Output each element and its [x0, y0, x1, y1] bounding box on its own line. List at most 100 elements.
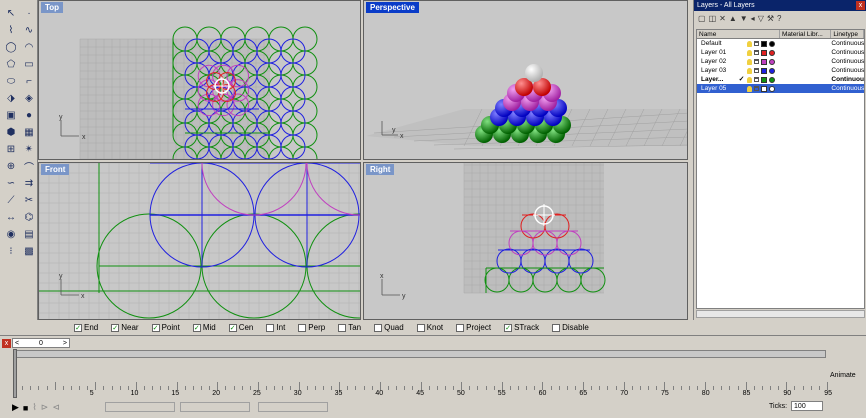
- new-layer-icon[interactable]: ▢: [698, 14, 706, 23]
- timeline-marker[interactable]: [13, 349, 17, 398]
- column-material[interactable]: Material Libr...: [780, 30, 832, 38]
- layer-row[interactable]: Layer... ✓ Continuous: [697, 75, 864, 84]
- osnap-mid-checkbox[interactable]: ✓ Mid: [192, 323, 216, 332]
- material-dot[interactable]: [768, 49, 775, 56]
- lock-icon[interactable]: [753, 68, 759, 73]
- checkbox-box[interactable]: ✓: [74, 323, 82, 332]
- close-icon[interactable]: x: [2, 339, 11, 348]
- layer-name[interactable]: Layer 01: [697, 48, 735, 57]
- osnap-knot-checkbox[interactable]: Knot: [416, 323, 443, 332]
- layer-name[interactable]: Layer 03: [697, 66, 735, 75]
- viewport-right-title[interactable]: Right: [366, 164, 395, 175]
- osnap-int-checkbox[interactable]: Int: [266, 323, 285, 332]
- layer-linetype[interactable]: Continuous: [831, 75, 864, 84]
- layer-color-swatch[interactable]: [760, 85, 767, 92]
- column-linetype[interactable]: Linetype: [831, 30, 864, 38]
- close-icon[interactable]: x: [856, 1, 865, 10]
- viewport-front[interactable]: Front x y: [38, 162, 361, 320]
- osnap-near-checkbox[interactable]: ✓ Near: [111, 323, 139, 332]
- delete-icon[interactable]: ✕: [719, 14, 726, 23]
- layer-name[interactable]: Layer 02: [697, 57, 735, 66]
- stop-icon[interactable]: ■: [23, 403, 28, 413]
- surface-icon[interactable]: ◈: [21, 91, 37, 106]
- lock-icon[interactable]: [753, 77, 759, 82]
- material-dot[interactable]: [768, 58, 775, 65]
- key-prev-icon[interactable]: ⊳: [41, 402, 49, 413]
- key-next-icon[interactable]: ⊲: [52, 402, 60, 413]
- checkbox-box[interactable]: [266, 323, 275, 332]
- checkbox-box[interactable]: ✓: [111, 323, 120, 332]
- osnap-strack-checkbox[interactable]: ✓ STrack: [504, 323, 539, 332]
- osnap-end-checkbox[interactable]: ✓ End: [74, 323, 98, 332]
- play-icon[interactable]: ▶: [12, 402, 19, 413]
- new-sublayer-icon[interactable]: ◫: [709, 14, 717, 23]
- polyline-icon[interactable]: ⌇: [3, 23, 19, 38]
- layer-row[interactable]: Layer 03 Continuous: [697, 66, 864, 75]
- layer-name[interactable]: Default: [697, 39, 735, 48]
- render-icon[interactable]: ◉: [3, 227, 19, 242]
- checkbox-box[interactable]: [416, 323, 425, 332]
- checkbox-box[interactable]: ✓: [228, 323, 237, 332]
- layer-linetype[interactable]: Continuous: [831, 48, 864, 57]
- box-icon[interactable]: ▣: [3, 108, 19, 123]
- viewport-top[interactable]: Top x y: [38, 0, 361, 160]
- layer-color-swatch[interactable]: [760, 40, 767, 47]
- join-icon[interactable]: ⌒: [21, 159, 37, 174]
- layer-name[interactable]: Layer...: [697, 75, 735, 84]
- timeline-track[interactable]: [13, 350, 826, 358]
- viewport-front-title[interactable]: Front: [41, 164, 70, 175]
- lock-icon[interactable]: [753, 59, 759, 64]
- curve-icon[interactable]: ∿: [21, 23, 37, 38]
- checkbox-box[interactable]: [552, 323, 561, 332]
- dim-icon[interactable]: ↔: [3, 210, 19, 225]
- current-check-icon[interactable]: ✓: [739, 75, 745, 84]
- lock-icon[interactable]: [753, 50, 759, 55]
- analyze-icon[interactable]: ⌬: [21, 210, 37, 225]
- solid-icon[interactable]: ⬢: [3, 125, 19, 140]
- layer-linetype[interactable]: Continuous: [831, 57, 864, 66]
- layer-row[interactable]: Default Continuous: [697, 39, 864, 48]
- frame-field-2[interactable]: [180, 402, 250, 412]
- material-dot[interactable]: [768, 40, 775, 47]
- polygon-icon[interactable]: ⬠: [3, 57, 19, 72]
- move-up-icon[interactable]: ▲: [729, 14, 737, 23]
- split-icon[interactable]: ⟋: [3, 193, 19, 208]
- layer-color-swatch[interactable]: [760, 67, 767, 74]
- explode-icon[interactable]: ✴: [21, 142, 37, 157]
- key-icon[interactable]: ⌇: [32, 402, 36, 413]
- layer-linetype[interactable]: Continuous: [831, 66, 864, 75]
- ellipse-icon[interactable]: ⬭: [3, 74, 19, 89]
- checkbox-box[interactable]: ✓: [151, 323, 160, 332]
- lightbulb-icon[interactable]: [746, 49, 752, 56]
- viewport-right[interactable]: Right y x: [363, 162, 688, 320]
- lightbulb-icon[interactable]: [746, 40, 752, 47]
- material-dot[interactable]: [768, 67, 775, 74]
- frame-field-3[interactable]: [258, 402, 328, 412]
- point-icon[interactable]: ·: [21, 6, 37, 21]
- material-dot[interactable]: [768, 76, 775, 83]
- layer-linetype[interactable]: Continuous: [831, 84, 864, 93]
- fillet-icon[interactable]: ⌐: [21, 74, 37, 89]
- lock-icon[interactable]: [753, 41, 759, 46]
- move-down-icon[interactable]: ▼: [740, 14, 748, 23]
- boolean-icon[interactable]: ⊕: [3, 159, 19, 174]
- sphere-icon[interactable]: ●: [21, 108, 37, 123]
- offset-icon[interactable]: ⇉: [21, 176, 37, 191]
- checkbox-box[interactable]: ✓: [192, 323, 201, 332]
- viewport-perspective[interactable]: Perspective x y: [363, 0, 688, 160]
- layer-color-swatch[interactable]: [760, 49, 767, 56]
- lightbulb-icon[interactable]: [746, 67, 752, 74]
- checkbox-box[interactable]: [374, 323, 383, 332]
- help-icon[interactable]: ?: [777, 14, 781, 23]
- frame-spinner[interactable]: < 0 >: [12, 338, 70, 348]
- osnap-project-checkbox[interactable]: Project: [456, 323, 491, 332]
- layer-icon[interactable]: ▤: [21, 227, 37, 242]
- osnap-quad-checkbox[interactable]: Quad: [374, 323, 404, 332]
- lightbulb-icon[interactable]: [746, 58, 752, 65]
- frame-field-1[interactable]: [105, 402, 175, 412]
- column-name[interactable]: Name: [697, 30, 780, 38]
- lightbulb-icon[interactable]: [746, 76, 752, 83]
- group-icon[interactable]: ⊞: [3, 142, 19, 157]
- block-icon[interactable]: ▩: [21, 244, 37, 259]
- osnap-tan-checkbox[interactable]: Tan: [338, 323, 361, 332]
